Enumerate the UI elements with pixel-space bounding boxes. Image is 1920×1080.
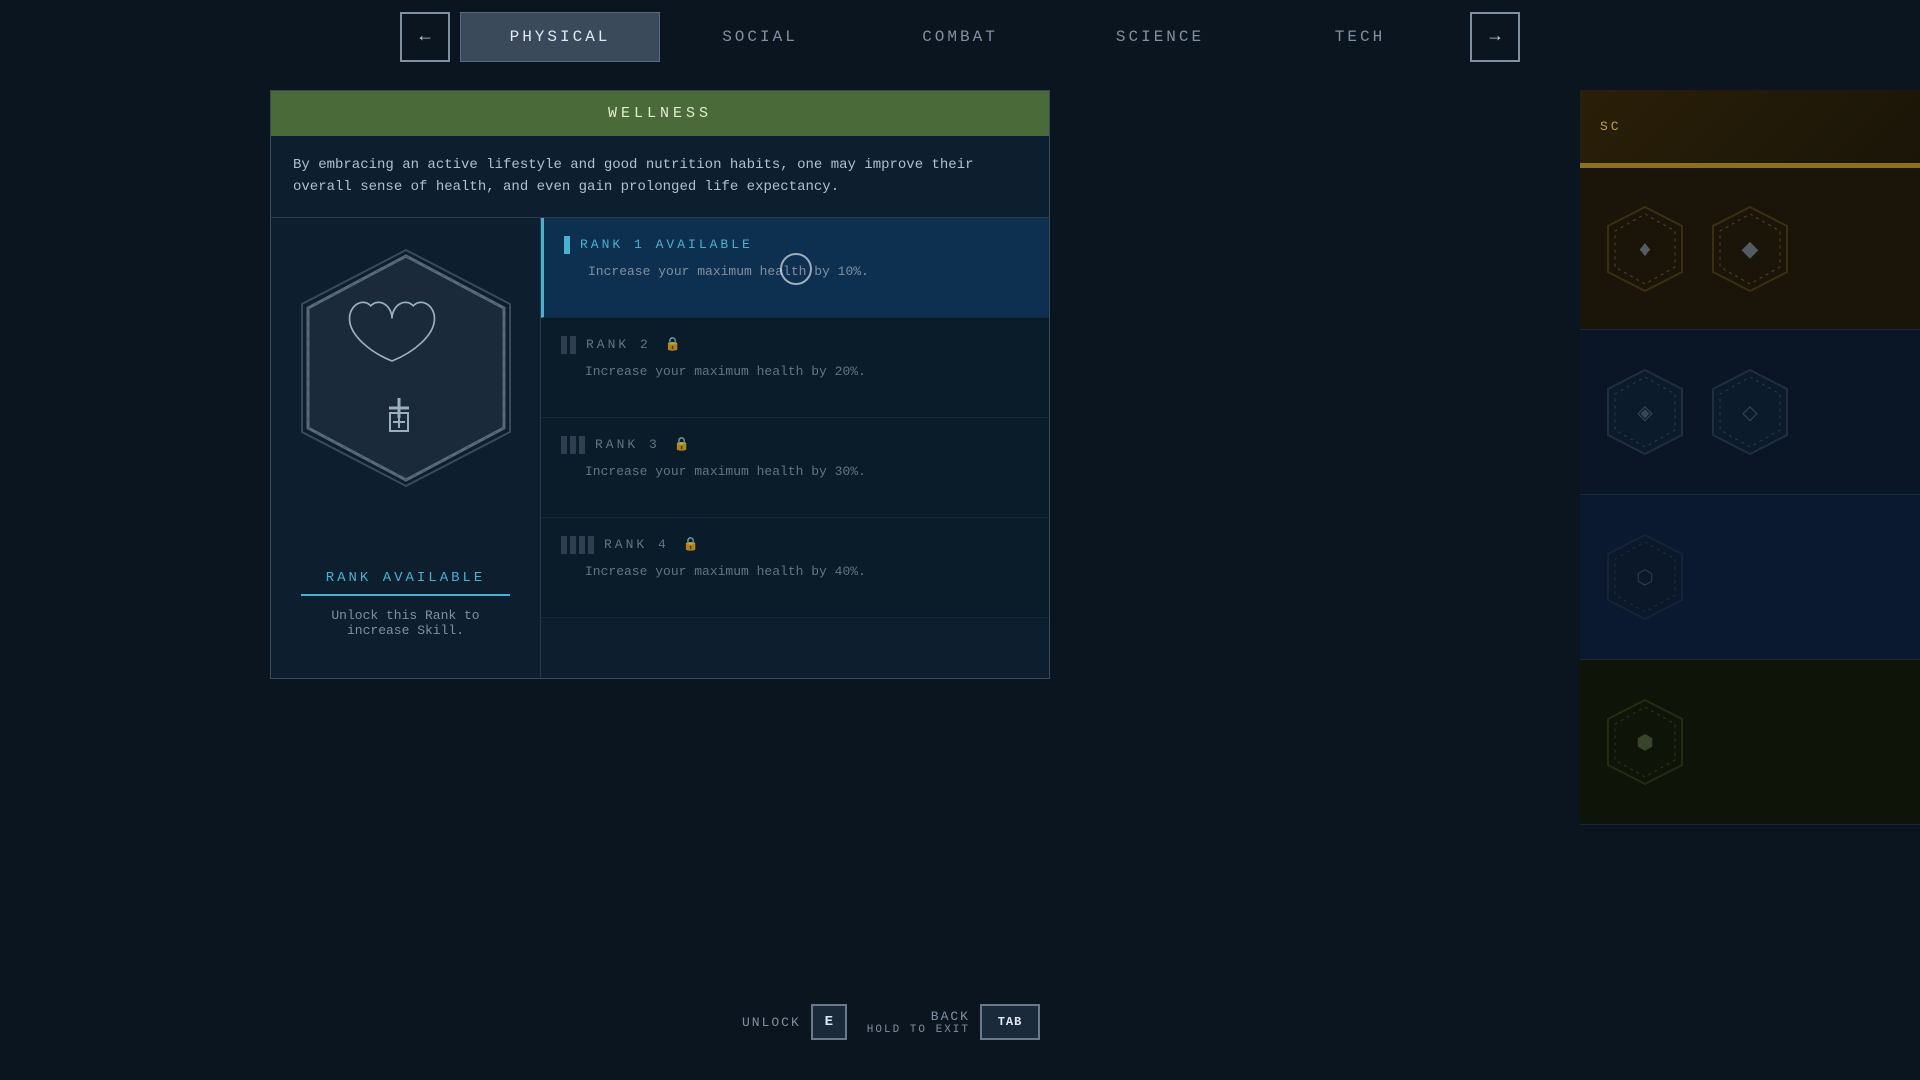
rank-divider — [301, 594, 510, 596]
prev-nav-button[interactable]: ← — [400, 12, 450, 62]
sidebar-section-1[interactable]: ♦ ◆ — [1580, 165, 1920, 330]
rank-bar — [561, 336, 567, 354]
wellness-card: WELLNESS By embracing an active lifestyl… — [270, 90, 1050, 679]
rank-bar — [579, 436, 585, 454]
unlock-key-button[interactable]: E — [811, 1004, 847, 1040]
rank-1-title-row: RANK 1 AVAILABLE — [564, 236, 1029, 254]
wellness-body: RANK AVAILABLE Unlock this Rank to incre… — [271, 218, 1049, 678]
rank-bar — [570, 436, 576, 454]
rank-3-item[interactable]: RANK 3 🔒 Increase your maximum health by… — [541, 418, 1049, 518]
ranks-panel: RANK 1 AVAILABLE Increase your maximum h… — [541, 218, 1049, 678]
skill-hexagon — [296, 248, 516, 488]
skill-badge-2a: ◈ — [1600, 362, 1690, 462]
sidebar-section-2[interactable]: ◈ ◇ — [1580, 330, 1920, 495]
svg-text:◆: ◆ — [1742, 238, 1759, 263]
right-sidebar: SC ♦ ◆ ◈ — [1580, 90, 1920, 990]
rank-2-title-row: RANK 2 🔒 — [561, 336, 1029, 354]
rank-4-title: RANK 4 — [604, 537, 669, 552]
rank-1-desc: Increase your maximum health by 10%. — [564, 264, 1029, 279]
rank-bar — [579, 536, 585, 554]
rank-bar — [588, 536, 594, 554]
rank-2-bars — [561, 336, 576, 354]
skill-status: RANK AVAILABLE Unlock this Rank to incre… — [301, 560, 510, 648]
svg-text:⬡: ⬡ — [1636, 568, 1653, 591]
next-nav-button[interactable]: → — [1470, 12, 1520, 62]
rank-2-title: RANK 2 — [586, 337, 651, 352]
rank-available-label: RANK AVAILABLE — [301, 570, 510, 586]
unlock-description: Unlock this Rank to increase Skill. — [301, 608, 510, 638]
rank-3-desc: Increase your maximum health by 30%. — [561, 464, 1029, 479]
rank-2-desc: Increase your maximum health by 20%. — [561, 364, 1029, 379]
rank-bar — [570, 336, 576, 354]
wellness-header: WELLNESS — [271, 91, 1049, 136]
svg-text:◇: ◇ — [1742, 403, 1758, 426]
rank-bar — [570, 536, 576, 554]
next-arrow-icon: → — [1490, 27, 1501, 47]
sidebar-section-3[interactable]: ⬡ — [1580, 495, 1920, 660]
main-content: WELLNESS By embracing an active lifestyl… — [270, 90, 1050, 679]
unlock-action-group: UNLOCK E — [742, 1004, 847, 1040]
lock-icon: 🔒 — [674, 437, 690, 452]
rank-bar — [564, 236, 570, 254]
sidebar-header: SC — [1580, 90, 1920, 165]
skill-badge-1a: ♦ — [1600, 199, 1690, 299]
tab-physical[interactable]: PHYSICAL — [460, 12, 660, 62]
svg-text:♦: ♦ — [1638, 238, 1651, 263]
rank-1-title: RANK 1 AVAILABLE — [580, 237, 753, 252]
tab-social[interactable]: SOCIAL — [660, 12, 860, 62]
skill-badge-4a: ⬢ — [1600, 692, 1690, 792]
action-bar: UNLOCK E BACK HOLD TO EXIT TAB — [270, 1004, 1050, 1040]
tab-tech[interactable]: TECH — [1260, 12, 1460, 62]
svg-text:⬢: ⬢ — [1636, 733, 1653, 756]
top-navigation: ← PHYSICAL SOCIAL COMBAT SCIENCE TECH → — [0, 0, 1920, 74]
rank-bar — [561, 436, 567, 454]
hold-to-exit-label: HOLD TO EXIT — [867, 1024, 970, 1036]
sidebar-section-4[interactable]: ⬢ — [1580, 660, 1920, 825]
tab-science[interactable]: SCIENCE — [1060, 12, 1260, 62]
tab-tech-label: TECH — [1335, 28, 1385, 46]
back-key-button[interactable]: TAB — [980, 1004, 1040, 1040]
rank-4-bars — [561, 536, 594, 554]
lock-icon: 🔒 — [683, 537, 699, 552]
rank-4-title-row: RANK 4 🔒 — [561, 536, 1029, 554]
back-action-group: BACK HOLD TO EXIT TAB — [867, 1004, 1040, 1040]
tab-physical-label: PHYSICAL — [510, 28, 611, 46]
skill-icon-panel: RANK AVAILABLE Unlock this Rank to incre… — [271, 218, 541, 678]
prev-arrow-icon: ← — [420, 27, 431, 47]
rank-3-title: RANK 3 — [595, 437, 660, 452]
rank-3-bars — [561, 436, 585, 454]
tab-social-label: SOCIAL — [722, 28, 798, 46]
rank-3-title-row: RANK 3 🔒 — [561, 436, 1029, 454]
rank-4-desc: Increase your maximum health by 40%. — [561, 564, 1029, 579]
rank-1-item[interactable]: RANK 1 AVAILABLE Increase your maximum h… — [541, 218, 1049, 318]
tab-science-label: SCIENCE — [1116, 28, 1204, 46]
rank-4-item[interactable]: RANK 4 🔒 Increase your maximum health by… — [541, 518, 1049, 618]
rank-2-item[interactable]: RANK 2 🔒 Increase your maximum health by… — [541, 318, 1049, 418]
back-label: BACK — [867, 1009, 970, 1024]
skill-badge-2b: ◇ — [1705, 362, 1795, 462]
rank-1-bars — [564, 236, 570, 254]
svg-text:◈: ◈ — [1637, 403, 1653, 426]
skill-badge-3a: ⬡ — [1600, 527, 1690, 627]
skill-badge-1b: ◆ — [1705, 199, 1795, 299]
lock-icon: 🔒 — [665, 337, 681, 352]
rank-bar — [561, 536, 567, 554]
tab-combat[interactable]: COMBAT — [860, 12, 1060, 62]
sidebar-header-label: SC — [1600, 119, 1622, 134]
wellness-description: By embracing an active lifestyle and goo… — [271, 136, 1049, 218]
unlock-label: UNLOCK — [742, 1015, 801, 1030]
tab-combat-label: COMBAT — [922, 28, 998, 46]
